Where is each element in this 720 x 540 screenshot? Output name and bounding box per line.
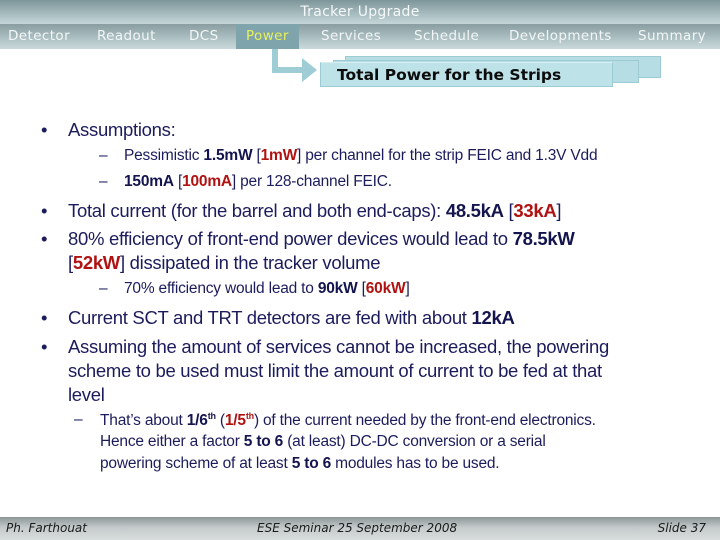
bullet-icon: • [41, 228, 48, 249]
bullet-services-line3: level [68, 384, 105, 405]
arrow-right-icon [302, 58, 317, 82]
nav-item-schedule[interactable]: Schedule [414, 24, 479, 49]
bullet-total-current: Total current (for the barrel and both e… [68, 200, 562, 221]
slide-title: Total Power for the Strips [337, 66, 562, 84]
nav-item-services[interactable]: Services [321, 24, 381, 49]
bullet-current-sct-trt: Current SCT and TRT detectors are fed wi… [68, 307, 515, 328]
nav-item-detector[interactable]: Detector [8, 24, 70, 49]
bullet-icon: • [41, 336, 48, 357]
bullet-services-line1: Assuming the amount of services cannot b… [68, 336, 609, 357]
footer-event: ESE Seminar 25 September 2008 [257, 521, 458, 535]
dash-icon: – [99, 147, 108, 164]
nav-item-summary[interactable]: Summary [638, 24, 706, 49]
sub-bullet-fraction-line2: Hence either a factor 5 to 6 (at least) … [100, 433, 546, 450]
sub-bullet-fraction-line3: powering scheme of at least 5 to 6 modul… [100, 455, 500, 472]
dash-icon: – [99, 280, 108, 297]
nav-item-developments[interactable]: Developments [509, 24, 612, 49]
bullet-efficiency-80-cont: [52kW] dissipated in the tracker volume [68, 252, 381, 273]
dash-icon: – [74, 411, 83, 428]
sub-bullet-fraction-line1: That’s about 1/6th (1/5th) of the curren… [100, 411, 596, 429]
bullet-icon: • [41, 119, 48, 140]
bullet-icon: • [41, 307, 48, 328]
sub-bullet-efficiency-70: 70% efficiency would lead to 90kW [60kW] [124, 280, 410, 297]
slide-title-tab: Total Power for the Strips [320, 62, 613, 87]
footer-author: Ph. Farthouat [6, 521, 87, 535]
section-nav: Detector Readout DCS Power Services Sche… [0, 24, 720, 49]
sub-bullet-current-per-feic: 150mA [100mA] per 128-channel FEIC. [124, 173, 392, 190]
bullet-efficiency-80: 80% efficiency of front-end power device… [68, 228, 575, 249]
nav-item-power[interactable]: Power [236, 24, 299, 49]
bullet-icon: • [41, 200, 48, 221]
sub-bullet-power-per-channel: Pessimistic 1.5mW [1mW] per channel for … [124, 147, 598, 164]
presentation-title: Tracker Upgrade [300, 4, 420, 20]
nav-item-readout[interactable]: Readout [97, 24, 156, 49]
footer-bar: Ph. Farthouat ESE Seminar 25 September 2… [0, 517, 720, 540]
nav-item-dcs[interactable]: DCS [189, 24, 219, 49]
footer-slide-number: Slide 37 [657, 521, 706, 535]
bullet-services-line2: scheme to be used must limit the amount … [68, 360, 602, 381]
bullet-assumptions: Assumptions: [68, 119, 176, 140]
connector-line [272, 67, 304, 73]
header-bar: Tracker Upgrade [0, 0, 720, 24]
dash-icon: – [99, 173, 108, 190]
